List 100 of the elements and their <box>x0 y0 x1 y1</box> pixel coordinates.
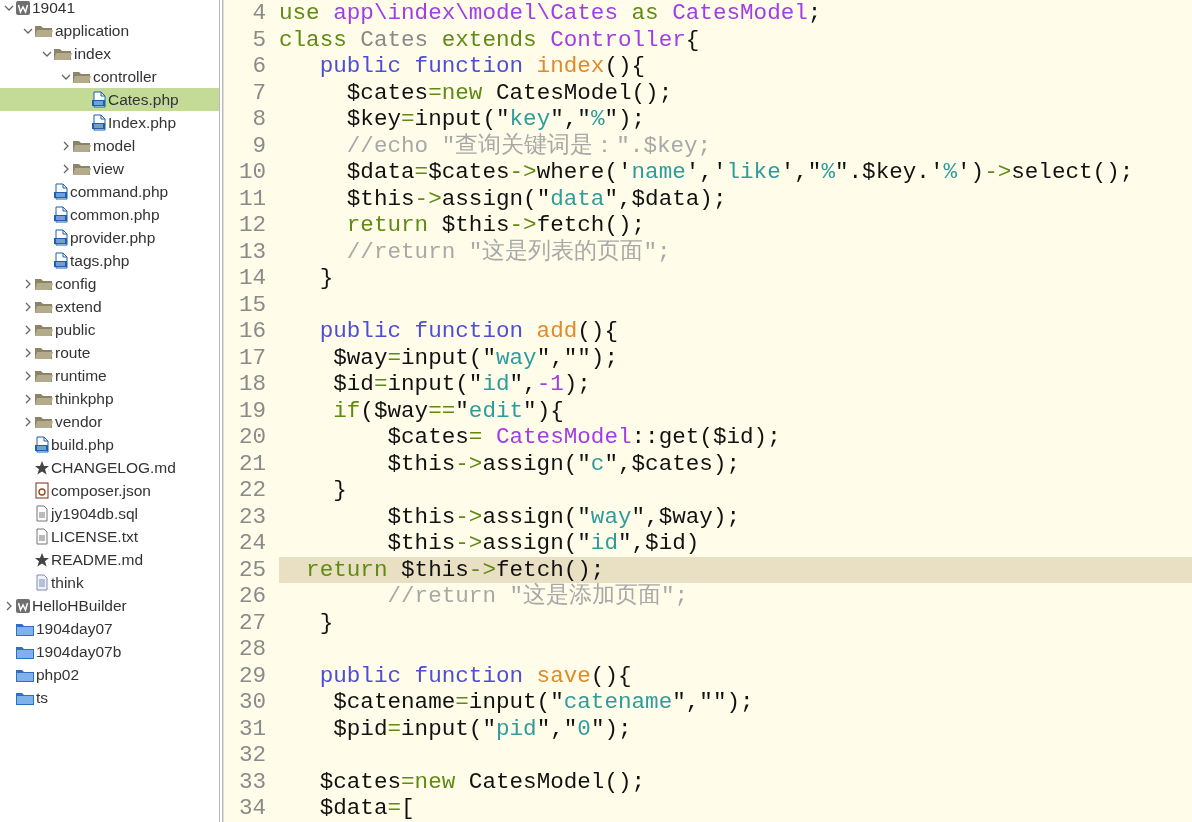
chevron-icon[interactable] <box>4 600 14 611</box>
line-number: 26 <box>237 583 267 610</box>
text-file-icon <box>34 505 50 522</box>
tree-item[interactable]: build.php <box>0 433 219 456</box>
code-line: public function add(){ <box>318 318 619 345</box>
tree-item[interactable]: README.md <box>0 548 219 571</box>
line-number: 29 <box>237 662 267 689</box>
line-number: 30 <box>237 689 267 716</box>
code-line: $key=input("key","%"); <box>345 106 647 133</box>
chevron-icon[interactable] <box>23 278 33 289</box>
line-number: 22 <box>237 477 267 504</box>
tree-item[interactable]: model <box>0 134 219 157</box>
tree-item[interactable]: CHANGELOG.md <box>0 456 219 479</box>
tree-item[interactable]: common.php <box>0 203 219 226</box>
star-icon <box>34 551 50 568</box>
line-number: 25 <box>237 556 267 583</box>
tree-item[interactable]: provider.php <box>0 226 219 249</box>
code-line: public function index(){ <box>318 53 647 80</box>
chevron-icon[interactable] <box>23 393 33 404</box>
code-line: $cates=new CatesModel(); <box>318 768 647 795</box>
tree-item[interactable]: 1904day07b <box>0 640 219 663</box>
tree-item[interactable]: public <box>0 318 219 341</box>
chevron-icon[interactable] <box>23 324 33 335</box>
code-line: $cates= CatesModel::get($id); <box>386 424 782 451</box>
php-file-icon <box>53 252 69 269</box>
tree-item[interactable]: Cates.php <box>0 88 219 111</box>
tree-item[interactable]: thinkphp <box>0 387 219 410</box>
code-line: $id=input("id",-1); <box>332 371 592 398</box>
code-line: } <box>318 265 335 292</box>
chevron-icon[interactable] <box>23 301 33 312</box>
tree-item[interactable]: command.php <box>0 180 219 203</box>
line-number: 9 <box>251 132 267 159</box>
code-line: $data=[ <box>318 795 416 822</box>
php-file-icon <box>34 436 50 453</box>
line-number: 7 <box>251 79 267 106</box>
tree-item[interactable]: 19041 <box>0 0 219 19</box>
line-number: 32 <box>237 742 267 769</box>
code-line: return $this->fetch(); <box>345 212 647 238</box>
tree-item[interactable]: composer.json <box>0 479 219 502</box>
code-line: $pid=input("pid","0"); <box>332 715 633 742</box>
code-line: public function save(){ <box>318 662 633 689</box>
tree-item[interactable]: tags.php <box>0 249 219 272</box>
chevron-icon[interactable] <box>61 163 71 174</box>
tree-item[interactable]: extend <box>0 295 219 318</box>
code-line: //echo "查询关键词是：".$key; <box>345 132 713 159</box>
line-number: 10 <box>237 159 267 186</box>
line-number: 16 <box>237 318 267 345</box>
chevron-icon[interactable] <box>23 370 33 381</box>
line-number: 13 <box>237 238 267 265</box>
tree-item[interactable]: php02 <box>0 663 219 686</box>
line-number: 19 <box>237 397 267 424</box>
tree-item[interactable]: jy1904db.sql <box>0 502 219 525</box>
line-number: 12 <box>237 212 267 239</box>
code-line: $data=$cates->where('name','like',"%".$key.'%')->select(); <box>345 159 1135 186</box>
line-number: 17 <box>237 344 267 371</box>
code-line: $this->assign("c",$cates); <box>386 450 741 477</box>
composer-file-icon <box>34 482 50 499</box>
tree-item[interactable]: view <box>0 157 219 180</box>
chevron-icon[interactable] <box>61 140 71 151</box>
chevron-icon[interactable] <box>23 416 33 427</box>
star-icon <box>34 459 50 476</box>
tree-item[interactable]: ts <box>0 686 219 709</box>
tree-item[interactable]: runtime <box>0 364 219 387</box>
line-number: 6 <box>251 53 267 80</box>
code-line: } <box>332 477 348 504</box>
code-line: $this->assign("id",$id) <box>386 530 701 557</box>
line-number: 33 <box>237 768 267 795</box>
tree-item[interactable]: controller <box>0 65 219 88</box>
line-number: 20 <box>237 424 267 451</box>
line-number: 4 <box>251 0 267 27</box>
line-number: 11 <box>237 185 267 212</box>
line-number: 18 <box>237 371 267 398</box>
line-number: 27 <box>237 609 267 636</box>
tree-item[interactable]: think <box>0 571 219 594</box>
code-line: $way=input("way",""); <box>332 344 619 371</box>
code-line: use app\index\model\Cates as CatesModel; <box>279 0 823 27</box>
code-line: $cates=new CatesModel(); <box>345 79 674 106</box>
code-line: $this->assign("way",$way); <box>386 503 741 530</box>
tree-item[interactable]: vendor <box>0 410 219 433</box>
text-file-icon <box>34 528 50 545</box>
line-number: 5 <box>251 26 267 53</box>
php-file-icon <box>53 229 69 246</box>
line-number: 8 <box>251 106 267 133</box>
code-line: //return "这是列表的页面"; <box>345 238 672 265</box>
chevron-icon[interactable] <box>23 347 33 358</box>
code-line: //return "这是添加页面"; <box>386 583 690 610</box>
tree-item[interactable]: HelloHBuilder <box>0 594 219 617</box>
tree-item[interactable]: route <box>0 341 219 364</box>
tree-item[interactable]: LICENSE.txt <box>0 525 219 548</box>
tree-item[interactable]: index <box>0 42 219 65</box>
tree-item[interactable]: Index.php <box>0 111 219 134</box>
line-number: 34 <box>237 795 267 822</box>
php-file-icon <box>91 91 107 108</box>
tree-item[interactable]: 1904day07 <box>0 617 219 640</box>
tree-item[interactable]: application <box>0 19 219 42</box>
tree-item[interactable]: config <box>0 272 219 295</box>
line-number: 14 <box>237 265 267 292</box>
project-icon <box>15 597 31 614</box>
php-file-icon <box>53 206 69 223</box>
line-number: 28 <box>237 636 267 663</box>
